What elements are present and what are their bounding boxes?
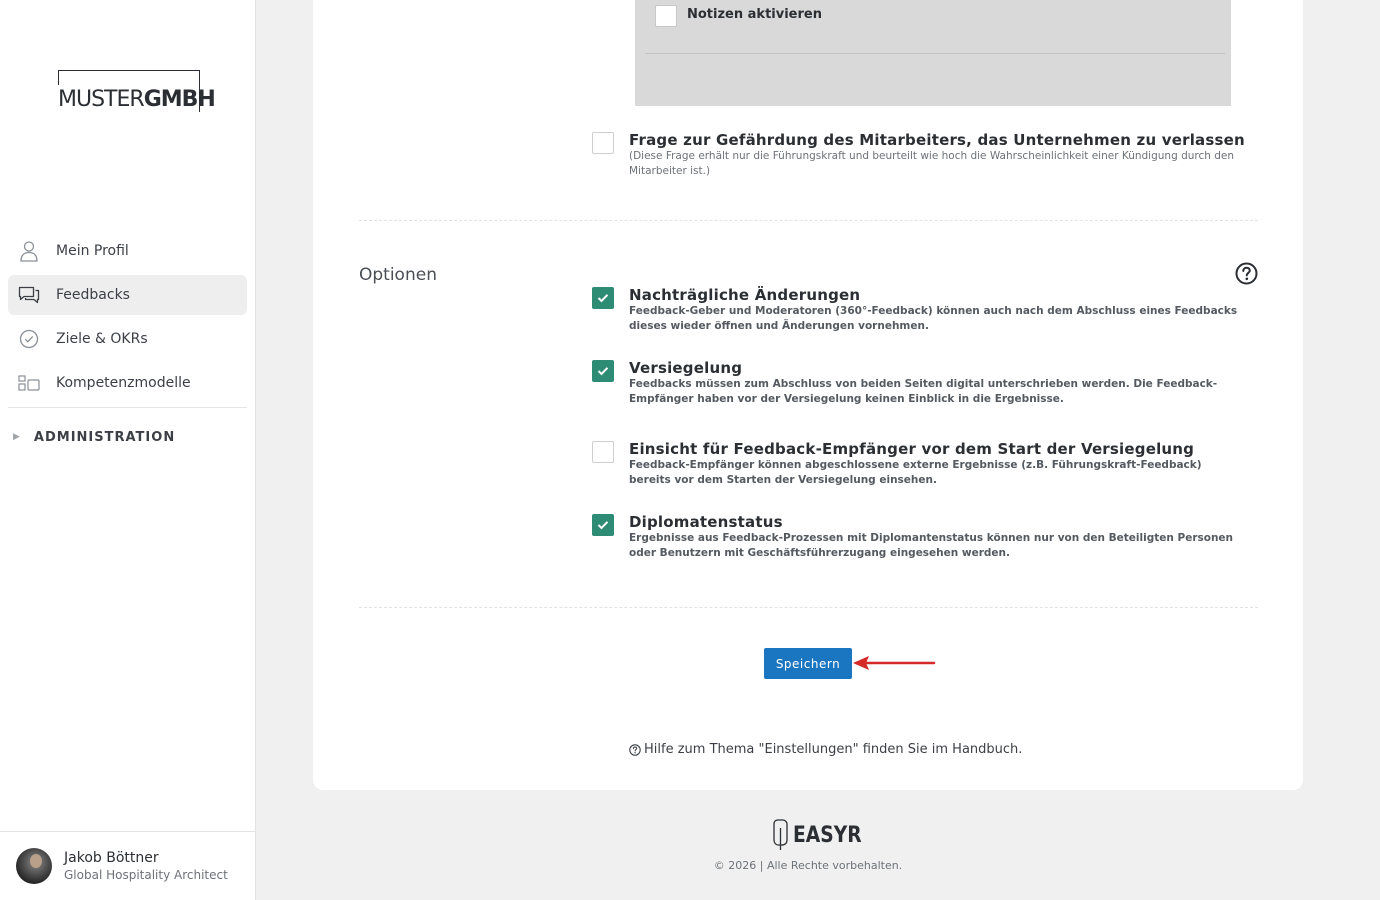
nav-item-administration[interactable]: ▶ ADMINISTRATION	[8, 408, 247, 466]
option-checkbox-einsicht[interactable]	[592, 441, 614, 463]
easyr-logo[interactable]: EASYR	[772, 818, 874, 852]
chat-icon	[18, 284, 40, 306]
check-circle-icon	[18, 328, 40, 350]
logo-text-part1: MUSTER	[58, 87, 145, 112]
nav-item-feedbacks[interactable]: Feedbacks	[8, 275, 247, 315]
risk-question-title: Frage zur Gefährdung des Mitarbeiters, d…	[629, 131, 1245, 149]
option-checkbox-versiegelung[interactable]	[592, 360, 614, 382]
option-description: Feedback-Geber und Moderatoren (360°-Fee…	[629, 305, 1238, 332]
grid-icon	[18, 372, 40, 394]
option-description: Feedback-Empfänger können abgeschlossene…	[629, 459, 1202, 486]
question-circle-icon	[629, 743, 641, 756]
nav-item-mein-profil[interactable]: Mein Profil	[8, 231, 247, 271]
handbook-help-link[interactable]: Hilfe zum Thema "Einstellungen" finden S…	[629, 742, 1022, 757]
nav-label-kompetenzmodelle: Kompetenzmodelle	[56, 375, 191, 391]
risk-question-description: (Diese Frage erhält nur die Führungskraf…	[629, 150, 1235, 177]
caret-right-icon: ▶	[13, 432, 20, 442]
main-navigation: Mein Profil Feedbacks Ziele & OKRs Kompe…	[8, 231, 247, 466]
section-divider	[359, 220, 1258, 221]
option-title: Einsicht für Feedback-Empfänger vor dem …	[629, 440, 1195, 458]
easyr-mark-icon	[773, 819, 788, 850]
logo-text: MUSTERGMBH	[58, 87, 216, 112]
save-button[interactable]: Speichern	[764, 648, 852, 679]
copyright-text: © 2026 | Alle Rechte vorbehalten.	[713, 859, 903, 872]
options-section-title: Optionen	[359, 265, 437, 285]
handbook-help-text: Hilfe zum Thema "Einstellungen" finden S…	[644, 742, 1023, 757]
nav-label-mein-profil: Mein Profil	[56, 243, 129, 259]
nav-label-feedbacks: Feedbacks	[56, 287, 130, 303]
option-title: Versiegelung	[629, 359, 743, 377]
sidebar: MUSTERGMBH Mein Profil Feedbacks Ziele &…	[0, 0, 256, 900]
company-logo[interactable]: MUSTERGMBH	[58, 70, 216, 112]
option-title: Nachträgliche Änderungen	[629, 286, 861, 304]
nav-label-ziele-okrs: Ziele & OKRs	[56, 331, 148, 347]
checkmark-icon	[597, 294, 609, 303]
nav-item-kompetenzmodelle[interactable]: Kompetenzmodelle	[8, 363, 247, 403]
option-checkbox-diplomatenstatus[interactable]	[592, 514, 614, 536]
risk-question-checkbox[interactable]	[592, 132, 614, 154]
option-title: Diplomatenstatus	[629, 513, 783, 531]
logo-text-part2: GMBH	[143, 87, 216, 112]
notes-divider	[645, 53, 1225, 54]
checkmark-icon	[597, 521, 609, 530]
checkmark-icon	[597, 367, 609, 376]
brand-text: EASYR	[793, 822, 862, 848]
nav-item-ziele-okrs[interactable]: Ziele & OKRs	[8, 319, 247, 359]
option-checkbox-nachtraegliche-aenderungen[interactable]	[592, 287, 614, 309]
nav-label-administration: ADMINISTRATION	[33, 429, 176, 445]
notes-label: Notizen aktivieren	[687, 7, 822, 22]
option-description: Feedbacks müssen zum Abschluss von beide…	[629, 378, 1218, 405]
help-icon[interactable]	[1235, 262, 1258, 285]
annotation-arrow-icon	[853, 656, 936, 670]
section-divider	[359, 607, 1258, 608]
option-description: Ergebnisse aus Feedback-Prozessen mit Di…	[629, 532, 1234, 559]
user-icon	[18, 240, 40, 262]
notes-checkbox[interactable]	[655, 5, 677, 27]
